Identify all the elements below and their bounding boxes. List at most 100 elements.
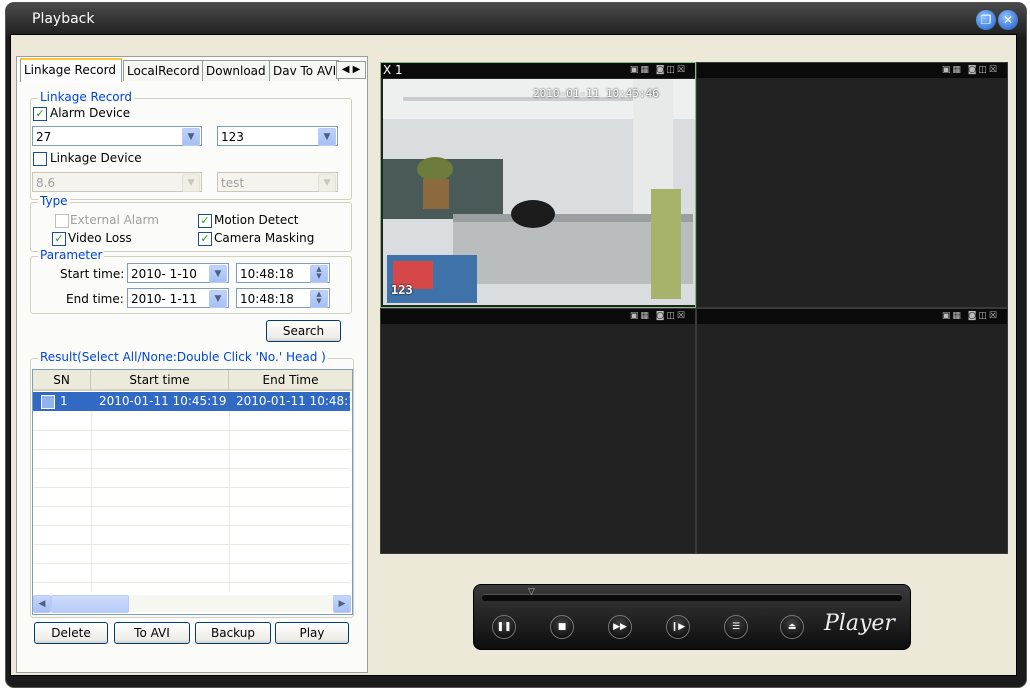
restore-button[interactable]: ❐ bbox=[976, 10, 996, 30]
chevron-down-icon[interactable]: ▼ bbox=[318, 128, 336, 146]
video-loss-label: Video Loss bbox=[68, 231, 132, 245]
chevron-down-icon: ▼ bbox=[318, 174, 336, 192]
scroll-left-icon[interactable]: ◀ bbox=[33, 595, 51, 613]
chevron-down-icon[interactable]: ▼ bbox=[209, 290, 227, 308]
chevron-down-icon[interactable]: ▼ bbox=[182, 128, 200, 146]
spin-icon[interactable]: ▲ ▼ bbox=[310, 290, 328, 308]
scroll-right-icon[interactable]: ▶ bbox=[333, 595, 351, 613]
row-checkbox[interactable] bbox=[41, 395, 55, 409]
column-header-start-time[interactable]: Start time bbox=[91, 370, 229, 391]
video-pane-2[interactable]: ▣▦ ◙◫☒ bbox=[696, 62, 1008, 308]
start-time-spinner[interactable]: 10:48:18 ▲ ▼ bbox=[236, 263, 330, 283]
pane-toolbar: ▣▦ ◙◫☒ bbox=[697, 63, 1007, 78]
tab-download[interactable]: Download bbox=[202, 60, 270, 81]
timestamp-overlay: 2010-01-11 10:45:46 bbox=[533, 87, 659, 100]
end-time-spinner[interactable]: 10:48:18 ▲ ▼ bbox=[236, 288, 330, 308]
search-button[interactable]: Search bbox=[266, 320, 341, 342]
alarm-channel-select[interactable]: 123 ▼ bbox=[217, 126, 338, 146]
video-grid: X 1 ▣▦ ◙◫☒ 2010-01-11 10:45:46 123 ▣▦ ◙◫… bbox=[380, 62, 1008, 554]
column-divider bbox=[91, 392, 92, 592]
motion-detect-checkbox[interactable]: ✓ bbox=[198, 214, 212, 228]
tab-scroll-buttons[interactable]: ◀ ▶ bbox=[336, 61, 366, 79]
chevron-left-icon[interactable]: ◀ bbox=[342, 64, 350, 75]
eject-icon: ⏏ bbox=[787, 622, 797, 632]
pane-toolbar: ▣▦ ◙◫☒ bbox=[381, 309, 695, 324]
fast-forward-icon: ▶▶ bbox=[613, 622, 627, 632]
list-button[interactable]: ☰ bbox=[724, 615, 748, 639]
pane-control-icons[interactable]: ▣▦ ◙◫☒ bbox=[630, 311, 687, 321]
restore-icon: ❐ bbox=[980, 13, 992, 27]
title-bar[interactable]: Playback ❐ ✕ bbox=[6, 3, 1026, 37]
delete-button[interactable]: Delete bbox=[34, 622, 108, 644]
start-time-label: Start time: bbox=[60, 267, 125, 281]
row-divider bbox=[33, 582, 350, 583]
chevron-right-icon[interactable]: ▶ bbox=[353, 64, 361, 75]
close-button[interactable]: ✕ bbox=[998, 10, 1018, 30]
linkage-channel-value: test bbox=[221, 176, 245, 190]
linkage-device-checkbox[interactable] bbox=[33, 152, 47, 166]
linkage-device-value: 8.6 bbox=[36, 176, 56, 190]
end-date-value: 2010- 1-11 bbox=[131, 292, 197, 306]
scroll-thumb[interactable] bbox=[51, 595, 129, 613]
seek-handle-icon[interactable]: ▽ bbox=[528, 587, 535, 597]
row-divider bbox=[33, 544, 350, 545]
video-pane-1[interactable]: X 1 ▣▦ ◙◫☒ 2010-01-11 10:45:46 123 bbox=[380, 62, 696, 308]
column-header-sn[interactable]: SN bbox=[33, 370, 91, 391]
pane-control-icons[interactable]: ▣▦ ◙◫☒ bbox=[942, 311, 999, 321]
row-end-time: 2010-01-11 10:48:1 bbox=[236, 394, 353, 408]
motion-detect-label: Motion Detect bbox=[214, 213, 299, 227]
video-pane-4[interactable]: ▣▦ ◙◫☒ bbox=[696, 308, 1008, 554]
type-legend: Type bbox=[38, 194, 70, 208]
end-time-label: End time: bbox=[66, 292, 124, 306]
tab-local-record[interactable]: LocalRecord bbox=[123, 60, 203, 81]
pane-control-icons[interactable]: ▣▦ ◙◫☒ bbox=[630, 65, 687, 75]
to-avi-button[interactable]: To AVI bbox=[114, 622, 190, 644]
external-alarm-checkbox bbox=[55, 214, 69, 228]
seek-slider[interactable]: ▽ bbox=[482, 587, 902, 601]
alarm-device-select[interactable]: 27 ▼ bbox=[32, 126, 202, 146]
table-row[interactable]: 1 2010-01-11 10:45:19 2010-01-11 10:48:1 bbox=[33, 392, 353, 411]
eject-button[interactable]: ⏏ bbox=[780, 615, 804, 639]
linkage-device-select: 8.6 ▼ bbox=[32, 172, 202, 192]
chevron-down-icon[interactable]: ▼ bbox=[209, 265, 227, 283]
end-date-picker[interactable]: 2010- 1-11 ▼ bbox=[127, 288, 229, 308]
video-frame: 2010-01-11 10:45:46 123 bbox=[383, 79, 695, 305]
pane-toolbar: X 1 ▣▦ ◙◫☒ bbox=[381, 63, 695, 78]
tab-dav-to-avi[interactable]: Dav To AVI bbox=[269, 60, 339, 81]
pause-button[interactable]: ❚❚ bbox=[492, 615, 516, 639]
results-legend: Result(Select All/None:Double Click 'No.… bbox=[38, 350, 328, 364]
pane-control-icons[interactable]: ▣▦ ◙◫☒ bbox=[942, 65, 999, 75]
alarm-device-checkbox[interactable]: ✓ bbox=[33, 107, 47, 121]
tab-linkage-record[interactable]: Linkage Record bbox=[20, 58, 122, 82]
play-button[interactable]: Play bbox=[275, 622, 349, 644]
row-divider bbox=[33, 468, 350, 469]
spin-icon[interactable]: ▲ ▼ bbox=[310, 265, 328, 283]
results-list[interactable]: SN Start time End Time 1 2010-01-11 10:4… bbox=[32, 369, 353, 615]
stop-icon: ■ bbox=[557, 622, 567, 632]
video-loss-checkbox[interactable]: ✓ bbox=[52, 232, 66, 246]
step-frame-icon: ❙▶ bbox=[670, 622, 686, 632]
camera-masking-checkbox[interactable]: ✓ bbox=[198, 232, 212, 246]
start-date-value: 2010- 1-10 bbox=[131, 267, 197, 281]
row-divider bbox=[33, 525, 350, 526]
fast-forward-button[interactable]: ▶▶ bbox=[608, 615, 632, 639]
step-frame-button[interactable]: ❙▶ bbox=[666, 615, 690, 639]
player-control-bar: ▽ ❚❚ ■ ▶▶ ❙▶ ☰ ⏏ Player bbox=[473, 584, 911, 650]
linkage-record-legend: Linkage Record bbox=[38, 90, 134, 104]
backup-button[interactable]: Backup bbox=[195, 622, 271, 644]
horizontal-scrollbar[interactable]: ◀ ▶ bbox=[33, 595, 351, 613]
alarm-channel-value: 123 bbox=[221, 130, 244, 144]
video-pane-3[interactable]: ▣▦ ◙◫☒ bbox=[380, 308, 696, 554]
row-divider bbox=[33, 449, 350, 450]
row-divider bbox=[33, 487, 350, 488]
camera-masking-label: Camera Masking bbox=[214, 231, 315, 245]
stop-button[interactable]: ■ bbox=[550, 615, 574, 639]
linkage-device-label: Linkage Device bbox=[50, 151, 142, 165]
start-time-value: 10:48:18 bbox=[240, 267, 294, 281]
start-date-picker[interactable]: 2010- 1-10 ▼ bbox=[127, 263, 229, 283]
row-start-time: 2010-01-11 10:45:19 bbox=[99, 394, 227, 408]
pane-label: X 1 bbox=[383, 63, 403, 77]
column-header-end-time[interactable]: End Time bbox=[229, 370, 352, 391]
alarm-device-label: Alarm Device bbox=[50, 106, 131, 120]
chevron-down-icon: ▼ bbox=[182, 174, 200, 192]
